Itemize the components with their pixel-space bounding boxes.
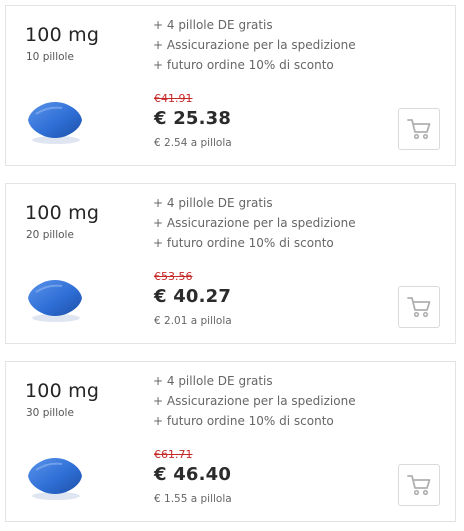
unit-price: € 2.54 a pillola xyxy=(154,137,232,149)
dose-label: 100 mg xyxy=(25,202,100,224)
add-to-cart-button[interactable] xyxy=(398,108,440,150)
unit-price: € 1.55 a pillola xyxy=(154,493,232,505)
pill-image xyxy=(28,458,82,500)
product-card: 100 mg 10 pillole + 4 pillole DE gratis … xyxy=(5,5,456,166)
benefit-item: + 4 pillole DE gratis xyxy=(153,374,273,388)
add-to-cart-button[interactable] xyxy=(398,286,440,328)
add-to-cart-button[interactable] xyxy=(398,464,440,506)
old-price: €61.71 xyxy=(154,448,193,461)
old-price: €53.56 xyxy=(154,270,193,283)
shopping-cart-icon xyxy=(407,475,431,496)
shopping-cart-icon xyxy=(407,119,431,140)
pill-image xyxy=(28,102,82,144)
product-card: 100 mg 30 pillole + 4 pillole DE gratis … xyxy=(5,361,456,522)
quantity-label: 10 pillole xyxy=(26,51,74,63)
benefits-list: + 4 pillole DE gratis + Assicurazione pe… xyxy=(153,15,356,75)
price: € 25.38 xyxy=(154,108,232,129)
product-card: 100 mg 20 pillole + 4 pillole DE gratis … xyxy=(5,183,456,344)
benefit-item: + futuro ordine 10% di sconto xyxy=(153,58,334,72)
price: € 40.27 xyxy=(154,286,232,307)
shopping-cart-icon xyxy=(407,297,431,318)
benefits-list: + 4 pillole DE gratis + Assicurazione pe… xyxy=(153,193,356,253)
benefit-item: + Assicurazione per la spedizione xyxy=(153,394,356,408)
price: € 46.40 xyxy=(154,464,232,485)
benefit-item: + futuro ordine 10% di sconto xyxy=(153,414,334,428)
benefit-item: + 4 pillole DE gratis xyxy=(153,18,273,32)
dose-label: 100 mg xyxy=(25,24,100,46)
benefit-item: + Assicurazione per la spedizione xyxy=(153,38,356,52)
benefit-item: + futuro ordine 10% di sconto xyxy=(153,236,334,250)
benefit-item: + 4 pillole DE gratis xyxy=(153,196,273,210)
benefits-list: + 4 pillole DE gratis + Assicurazione pe… xyxy=(153,371,356,431)
pill-image xyxy=(28,280,82,322)
quantity-label: 30 pillole xyxy=(26,407,74,419)
dose-label: 100 mg xyxy=(25,380,100,402)
unit-price: € 2.01 a pillola xyxy=(154,315,232,327)
quantity-label: 20 pillole xyxy=(26,229,74,241)
old-price: €41.91 xyxy=(154,92,193,105)
benefit-item: + Assicurazione per la spedizione xyxy=(153,216,356,230)
